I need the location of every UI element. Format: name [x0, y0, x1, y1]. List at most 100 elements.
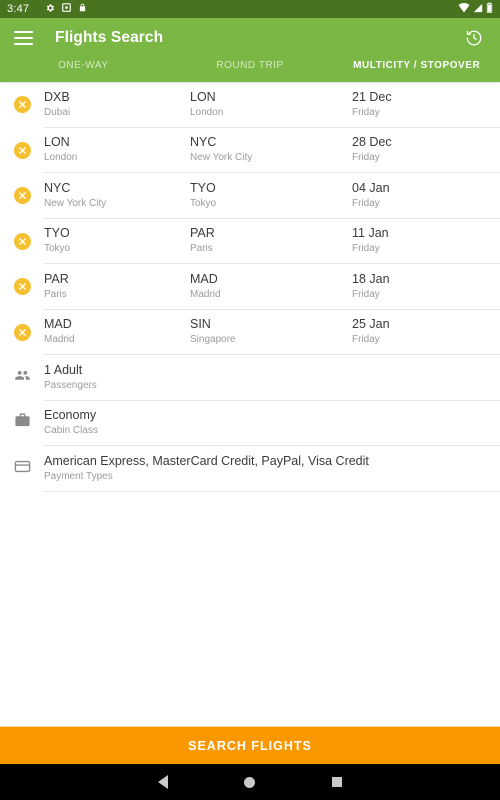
hamburger-menu-icon[interactable]	[14, 31, 33, 45]
segment-destination[interactable]: MAD Madrid	[190, 271, 352, 302]
passengers-icon-cell	[0, 367, 44, 389]
segment-body[interactable]: MAD Madrid SIN Singapore 25 Jan Friday	[44, 310, 500, 355]
passengers-value: 1 Adult	[44, 362, 83, 377]
destination-code: TYO	[190, 180, 216, 195]
remove-circle-icon[interactable]	[13, 187, 31, 205]
segment-remove-cell[interactable]	[0, 141, 44, 159]
tab-multicity-stopover[interactable]: MULTICITY / STOPOVER	[333, 58, 500, 73]
remove-circle-icon[interactable]	[13, 141, 31, 159]
passengers-row[interactable]: 1 Adult Passengers	[0, 355, 500, 401]
lock-icon	[78, 2, 87, 16]
origin-code: NYC	[44, 180, 71, 195]
destination-code: NYC	[190, 135, 217, 150]
passengers-people-icon	[14, 367, 31, 389]
date-value: 11 Jan	[352, 226, 389, 241]
destination-city: Singapore	[190, 334, 236, 346]
flight-segment-row[interactable]: MAD Madrid SIN Singapore 25 Jan Friday	[0, 310, 500, 355]
segment-date[interactable]: 04 Jan Friday	[352, 180, 492, 211]
origin-city: Madrid	[44, 334, 75, 346]
origin-city: Paris	[44, 288, 67, 300]
segment-origin[interactable]: DXB Dubai	[44, 89, 190, 120]
flight-segment-row[interactable]: NYC New York City TYO Tokyo 04 Jan Frida…	[0, 173, 500, 219]
segment-date[interactable]: 28 Dec Friday	[352, 134, 492, 165]
tab-round-trip[interactable]: ROUND TRIP	[167, 58, 334, 73]
segment-origin[interactable]: LON London	[44, 134, 190, 165]
payment-types-row[interactable]: American Express, MasterCard Credit, Pay…	[0, 446, 500, 492]
segment-destination[interactable]: PAR Paris	[190, 225, 352, 256]
destination-code: LON	[190, 89, 216, 104]
remove-circle-icon[interactable]	[13, 323, 31, 341]
screenshot-icon	[62, 3, 72, 15]
page-title: Flights Search	[55, 29, 164, 46]
origin-code: MAD	[44, 317, 72, 332]
date-weekday: Friday	[352, 243, 380, 255]
date-weekday: Friday	[352, 152, 380, 164]
segment-destination[interactable]: SIN Singapore	[190, 316, 352, 347]
payment-types-value: American Express, MasterCard Credit, Pay…	[44, 453, 369, 468]
flight-segment-row[interactable]: DXB Dubai LON London 21 Dec Friday	[0, 82, 500, 128]
destination-city: Paris	[190, 243, 213, 255]
segment-destination[interactable]: NYC New York City	[190, 134, 352, 165]
segment-date[interactable]: 25 Jan Friday	[352, 316, 492, 347]
tab-one-way[interactable]: ONE-WAY	[0, 58, 167, 73]
app-screen: 3:47 Flights Search ONE-WAY ROUND TRIP M…	[0, 0, 500, 800]
search-flights-button[interactable]: SEARCH FLIGHTS	[0, 726, 500, 764]
recents-square-icon[interactable]	[326, 771, 348, 793]
briefcase-icon	[14, 412, 31, 434]
segment-remove-cell[interactable]	[0, 232, 44, 250]
origin-city: London	[44, 152, 78, 164]
destination-code: PAR	[190, 226, 215, 241]
origin-city: New York City	[44, 197, 107, 209]
status-bar-right	[458, 2, 493, 16]
wifi-icon	[458, 2, 470, 16]
status-bar-left: 3:47	[7, 2, 458, 16]
segment-date[interactable]: 21 Dec Friday	[352, 89, 492, 120]
back-triangle-icon[interactable]	[152, 771, 174, 793]
flight-segment-row[interactable]: LON London NYC New York City 28 Dec Frid…	[0, 128, 500, 173]
destination-code: MAD	[190, 271, 218, 286]
segment-remove-cell[interactable]	[0, 96, 44, 114]
origin-city: Tokyo	[44, 243, 71, 255]
flight-segment-row[interactable]: PAR Paris MAD Madrid 18 Jan Friday	[0, 264, 500, 310]
segment-remove-cell[interactable]	[0, 187, 44, 205]
search-form: DXB Dubai LON London 21 Dec Friday LON L…	[0, 82, 500, 726]
date-value: 21 Dec	[352, 89, 392, 104]
segment-date[interactable]: 18 Jan Friday	[352, 271, 492, 302]
payment-types-label: Payment Types	[44, 470, 113, 482]
segment-destination[interactable]: LON London	[190, 89, 352, 120]
remove-circle-icon[interactable]	[13, 278, 31, 296]
segment-origin[interactable]: MAD Madrid	[44, 316, 190, 347]
history-clock-icon[interactable]	[462, 26, 486, 50]
segment-date[interactable]: 11 Jan Friday	[352, 225, 492, 256]
app-toolbar: Flights Search	[0, 18, 500, 58]
origin-code: PAR	[44, 271, 69, 286]
status-bar: 3:47	[0, 0, 500, 18]
trip-type-tabs: ONE-WAY ROUND TRIP MULTICITY / STOPOVER	[0, 58, 500, 82]
cabin-class-body[interactable]: Economy Cabin Class	[44, 401, 500, 446]
segment-body[interactable]: TYO Tokyo PAR Paris 11 Jan Friday	[44, 219, 500, 264]
battery-icon	[486, 2, 493, 16]
segment-origin[interactable]: TYO Tokyo	[44, 225, 190, 256]
date-weekday: Friday	[352, 334, 380, 346]
segment-body[interactable]: PAR Paris MAD Madrid 18 Jan Friday	[44, 264, 500, 310]
segment-remove-cell[interactable]	[0, 323, 44, 341]
segment-body[interactable]: DXB Dubai LON London 21 Dec Friday	[44, 82, 500, 128]
payment-icon-cell	[0, 458, 44, 480]
segment-origin[interactable]: PAR Paris	[44, 271, 190, 302]
segment-body[interactable]: LON London NYC New York City 28 Dec Frid…	[44, 128, 500, 173]
origin-code: LON	[44, 135, 70, 150]
segment-origin[interactable]: NYC New York City	[44, 180, 190, 211]
home-circle-icon[interactable]	[239, 771, 261, 793]
passengers-body[interactable]: 1 Adult Passengers	[44, 355, 500, 401]
remove-circle-icon[interactable]	[13, 232, 31, 250]
segment-destination[interactable]: TYO Tokyo	[190, 180, 352, 211]
cabin-class-label: Cabin Class	[44, 425, 98, 437]
origin-city: Dubai	[44, 106, 71, 118]
destination-city: London	[190, 106, 224, 118]
remove-circle-icon[interactable]	[13, 96, 31, 114]
cabin-class-row[interactable]: Economy Cabin Class	[0, 401, 500, 446]
segment-body[interactable]: NYC New York City TYO Tokyo 04 Jan Frida…	[44, 173, 500, 219]
payment-types-body[interactable]: American Express, MasterCard Credit, Pay…	[44, 446, 500, 492]
flight-segment-row[interactable]: TYO Tokyo PAR Paris 11 Jan Friday	[0, 219, 500, 264]
segment-remove-cell[interactable]	[0, 278, 44, 296]
